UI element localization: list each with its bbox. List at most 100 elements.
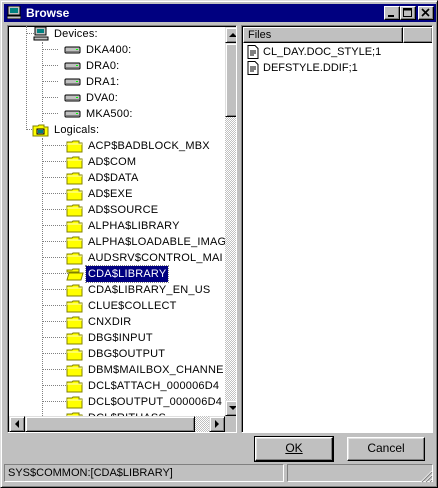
cancel-button[interactable]: Cancel (347, 437, 425, 461)
computer-icon (7, 6, 21, 19)
drive-icon (64, 110, 81, 118)
close-icon (421, 8, 430, 17)
tree-line (42, 369, 68, 370)
ok-button-label: OK (285, 441, 303, 455)
tree-node-label: AD$EXE (88, 188, 133, 200)
scroll-left-button[interactable] (9, 416, 25, 432)
scroll-thumb[interactable] (25, 416, 195, 432)
tree-line (26, 26, 27, 130)
window-title: Browse (26, 6, 70, 20)
drive-icon (64, 94, 81, 102)
close-button[interactable] (418, 6, 434, 20)
tree-line (42, 177, 68, 178)
document-icon (247, 45, 259, 59)
computer-icon (33, 26, 49, 41)
tree-node-label: DBG$OUTPUT (88, 348, 166, 360)
tree-node-label: ACP$BADBLOCK_MBX (88, 140, 210, 152)
files-header: Files (243, 27, 432, 43)
folder-icon (66, 284, 83, 297)
tree-vertical-scrollbar[interactable] (225, 27, 236, 416)
folder-icon (66, 380, 83, 393)
tree-node-label: DCL$OUTPUT_000006D4 (88, 396, 223, 408)
folder-icon (66, 316, 83, 329)
browse-dialog: Browse Devices: DKA400: DRA0: DRA1: DVA0… (0, 0, 438, 488)
ok-button[interactable]: OK (254, 436, 334, 462)
tree-line (42, 257, 68, 258)
tree-node-label: Logicals: (54, 124, 100, 136)
arrow-right-icon (215, 420, 219, 428)
tree-line (42, 138, 43, 416)
folder-icon (66, 396, 83, 409)
folder-icon (66, 332, 83, 345)
scroll-down-button[interactable] (225, 400, 236, 416)
tree-horizontal-scrollbar[interactable] (9, 416, 225, 432)
folder-icon (66, 140, 83, 153)
status-panel (287, 464, 433, 482)
folder-icon (66, 172, 83, 185)
folder-icon (66, 188, 83, 201)
tree-node-label: Devices: (54, 28, 98, 40)
tree-node-label: DRA1: (86, 76, 120, 88)
file-name: DEFSTYLE.DDIF;1 (263, 62, 358, 74)
tree-line (42, 113, 58, 114)
tree-line (42, 161, 68, 162)
tree-line (42, 65, 58, 66)
tree-node-label: DCL$ATTACH_000006D4 (88, 380, 220, 392)
arrow-up-icon (229, 33, 236, 37)
drive-icon (64, 46, 81, 54)
tree-node-label: ALPHA$LOADABLE_IMAG (88, 236, 227, 248)
tree-line (42, 81, 58, 82)
tree-line (42, 241, 68, 242)
folder-icon (66, 364, 83, 377)
folder-icon (66, 348, 83, 361)
resize-grip-icon[interactable] (419, 469, 433, 483)
tree-node-label: MKA500: (86, 108, 133, 120)
title-bar[interactable]: Browse (4, 4, 436, 22)
cancel-button-label: Cancel (367, 441, 405, 455)
folder-icon (66, 236, 83, 249)
arrow-left-icon (15, 420, 19, 428)
scroll-thumb[interactable] (225, 43, 236, 117)
folder-icon (66, 220, 83, 233)
tree-line (42, 321, 68, 322)
device-tree[interactable]: Devices: DKA400: DRA0: DRA1: DVA0: MKA50… (7, 25, 237, 433)
arrow-down-icon (229, 406, 236, 410)
tree-node-label: AUDSRV$CONTROL_MAI (88, 252, 223, 264)
tree-line (42, 289, 68, 290)
tree-line (42, 337, 68, 338)
tree-line (42, 209, 68, 210)
column-header-blank[interactable] (403, 27, 432, 43)
open-folder-icon (66, 268, 84, 281)
maximize-button[interactable] (400, 6, 416, 20)
tree-node-label: AD$COM (88, 156, 137, 168)
tree-line (42, 273, 68, 274)
drive-icon (64, 62, 81, 70)
tree-node-label: DVA0: (86, 92, 118, 104)
folder-icon (66, 252, 83, 265)
tree-line (42, 401, 68, 402)
files-column-header[interactable]: Files (243, 27, 403, 43)
tree-node-label: DBM$MAILBOX_CHANNE (88, 364, 224, 376)
maximize-icon (403, 8, 412, 17)
tree-node-label: AD$DATA (88, 172, 139, 184)
tree-line (42, 49, 58, 50)
tree-line (42, 97, 58, 98)
tree-node-label: DKA400: (86, 44, 132, 56)
tree-node-label: CNXDIR (88, 316, 132, 328)
file-name: CL_DAY.DOC_STYLE;1 (263, 46, 382, 58)
tree-line (42, 145, 68, 146)
document-icon (247, 61, 259, 75)
tree-node-label: CLUE$COLLECT (88, 300, 177, 312)
minimize-button[interactable] (384, 6, 400, 20)
scroll-right-button[interactable] (209, 416, 225, 432)
folder-icon (66, 156, 83, 169)
tree-node-label: DRA0: (86, 60, 120, 72)
tree-line (42, 225, 68, 226)
tree-node-label: ALPHA$LIBRARY (88, 220, 180, 232)
files-list[interactable]: Files CL_DAY.DOC_STYLE;1 DEFSTYLE.DDIF;1 (241, 25, 433, 433)
tree-node-label: CDA$LIBRARY_EN_US (88, 284, 211, 296)
scroll-up-button[interactable] (225, 27, 236, 43)
tree-node-label: AD$SOURCE (88, 204, 159, 216)
minimize-icon (388, 15, 394, 17)
tree-node-label: DBG$INPUT (88, 332, 153, 344)
